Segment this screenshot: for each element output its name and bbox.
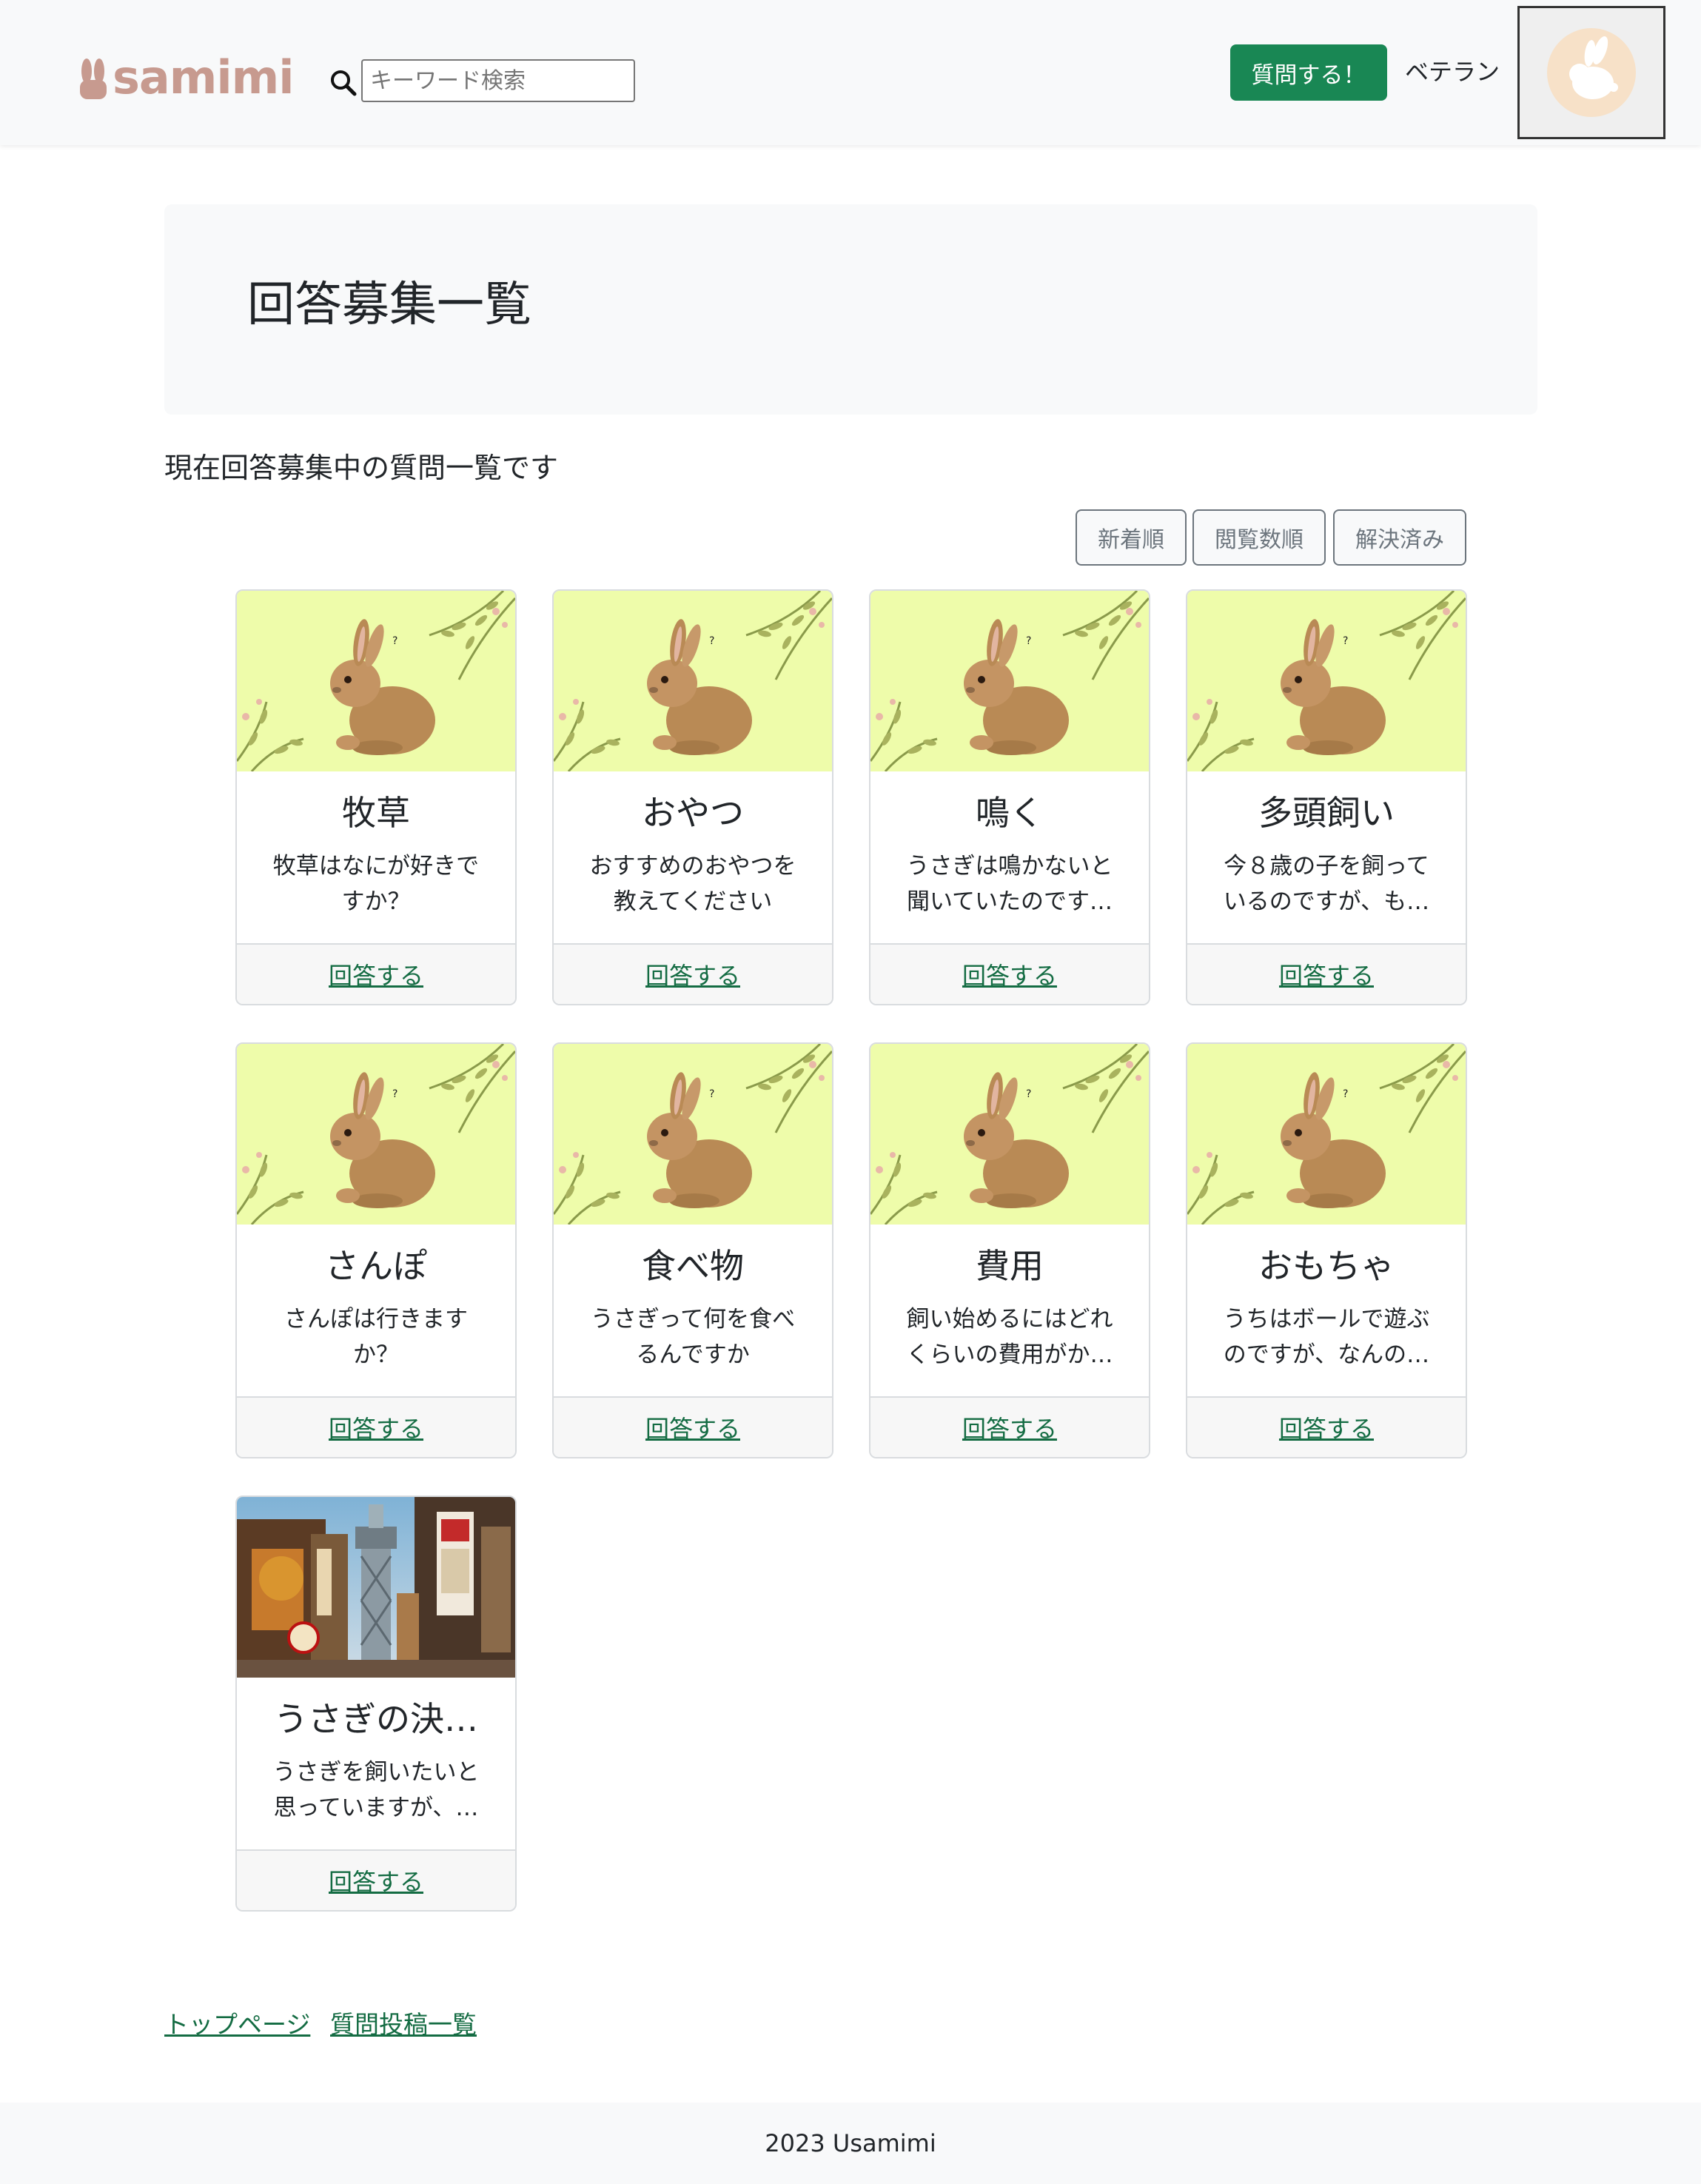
logo-text: samimi <box>113 50 294 104</box>
rabbit-image: ? <box>870 591 1149 771</box>
card-text: うちはボールで遊ぶのですが、なんの… <box>1223 1306 1430 1368</box>
rabbit-image: ? <box>554 1044 832 1225</box>
card-title: おもちゃ <box>1258 1246 1395 1286</box>
answer-link[interactable]: 回答する <box>645 957 740 991</box>
card-text: うさぎを飼いたいと思っていますが、… <box>272 1759 480 1821</box>
rabbit-image: ? <box>554 591 832 771</box>
rabbit-image: ? <box>870 1044 1149 1225</box>
svg-text:?: ? <box>392 635 397 647</box>
question-card: ? 牧草牧草はなにが好きですか？ 回答する <box>235 589 517 1005</box>
card-title: 多頭飼い <box>1258 793 1395 833</box>
card-footer: 回答する <box>237 943 515 1004</box>
card-title: 牧草 <box>342 793 410 833</box>
answer-link[interactable]: 回答する <box>329 1863 423 1897</box>
city-street-image <box>237 1497 515 1678</box>
card-text: 今８歳の子を飼っているのですが、も… <box>1223 853 1430 915</box>
answer-link[interactable]: 回答する <box>645 1410 740 1444</box>
card-title: 費用 <box>976 1246 1044 1286</box>
question-card: ? おもちゃうちはボールで遊ぶのですが、なんの… 回答する <box>1186 1042 1467 1458</box>
card-title: 鳴く <box>976 793 1044 833</box>
navbar: samimi 質問する！ ベテラン <box>0 0 1701 145</box>
question-card: ? さんぽさんぽは行きますか？ 回答する <box>235 1042 517 1458</box>
top-page-link[interactable]: トップページ <box>164 2006 310 2043</box>
search-icon[interactable] <box>329 68 358 98</box>
avatar[interactable] <box>1517 6 1665 139</box>
card-footer: 回答する <box>237 1396 515 1457</box>
sort-newest-button[interactable]: 新着順 <box>1076 509 1187 566</box>
card-title: うさぎの決… <box>274 1699 478 1739</box>
card-footer: 回答する <box>554 1396 832 1457</box>
svg-text:?: ? <box>709 1088 714 1100</box>
sort-resolved-button[interactable]: 解決済み <box>1333 509 1466 566</box>
page-title: 回答募集一覧 <box>247 278 531 332</box>
page-header: 回答募集一覧 <box>164 204 1537 415</box>
card-footer: 回答する <box>870 943 1149 1004</box>
svg-text:?: ? <box>709 635 714 647</box>
answer-link[interactable]: 回答する <box>1279 957 1374 991</box>
question-card: うさぎの決… うさぎを飼いたいと思っていますが、… 回答する <box>235 1495 517 1912</box>
rabbit-ears-icon <box>80 58 107 99</box>
site-footer: 2023 Usamimi <box>0 2103 1701 2184</box>
answer-link[interactable]: 回答する <box>962 957 1057 991</box>
copyright-text: 2023 Usamimi <box>765 2129 936 2157</box>
answer-link[interactable]: 回答する <box>329 957 423 991</box>
card-footer: 回答する <box>554 943 832 1004</box>
card-text: うさぎって何を食べるんですか <box>590 1306 796 1368</box>
card-text: 飼い始めるにはどれくらいの費用がか… <box>906 1306 1113 1368</box>
rabbit-image: ? <box>1187 591 1466 771</box>
svg-text:?: ? <box>392 1088 397 1100</box>
page-lead: 現在回答募集中の質問一覧です <box>164 452 559 484</box>
search-input[interactable] <box>361 59 635 102</box>
question-posts-link[interactable]: 質問投稿一覧 <box>330 2006 477 2043</box>
rabbit-image: ? <box>237 591 515 771</box>
svg-text:?: ? <box>1343 635 1348 647</box>
svg-text:?: ? <box>1026 1088 1031 1100</box>
question-card: ? おやつおすすめのおやつを教えてください回答する <box>552 589 833 1005</box>
question-card: ? 多頭飼い今８歳の子を飼っているのですが、も… 回答する <box>1186 589 1467 1005</box>
card-title: 食べ物 <box>642 1246 744 1286</box>
answer-link[interactable]: 回答する <box>329 1410 423 1444</box>
question-card: ? 食べ物うさぎって何を食べるんですか回答する <box>552 1042 833 1458</box>
svg-text:?: ? <box>1026 635 1031 647</box>
card-footer: 回答する <box>870 1396 1149 1457</box>
sort-views-button[interactable]: 閲覧数順 <box>1192 509 1326 566</box>
question-card: ? 費用飼い始めるにはどれくらいの費用がか… 回答する <box>869 1042 1150 1458</box>
rabbit-image: ? <box>1187 1044 1466 1225</box>
answer-link[interactable]: 回答する <box>1279 1410 1374 1444</box>
user-rank-label[interactable]: ベテラン <box>1405 55 1500 89</box>
card-text: うさぎは鳴かないと聞いていたのです… <box>906 853 1113 915</box>
question-card: ? 鳴くうさぎは鳴かないと聞いていたのです… 回答する <box>869 589 1150 1005</box>
svg-text:?: ? <box>1343 1088 1348 1100</box>
rabbit-image: ? <box>237 1044 515 1225</box>
card-title: おやつ <box>642 793 744 833</box>
card-text: さんぽは行きますか？ <box>284 1306 468 1368</box>
card-footer: 回答する <box>237 1849 515 1910</box>
card-text: 牧草はなにが好きですか？ <box>272 853 480 915</box>
site-logo[interactable]: samimi <box>77 49 294 104</box>
card-text: おすすめのおやつを教えてください <box>589 853 796 915</box>
rabbit-avatar-icon <box>1547 28 1636 117</box>
card-footer: 回答する <box>1187 1396 1466 1457</box>
ask-question-button[interactable]: 質問する！ <box>1230 44 1387 101</box>
card-footer: 回答する <box>1187 943 1466 1004</box>
card-title: さんぽ <box>325 1246 427 1286</box>
answer-link[interactable]: 回答する <box>962 1410 1057 1444</box>
